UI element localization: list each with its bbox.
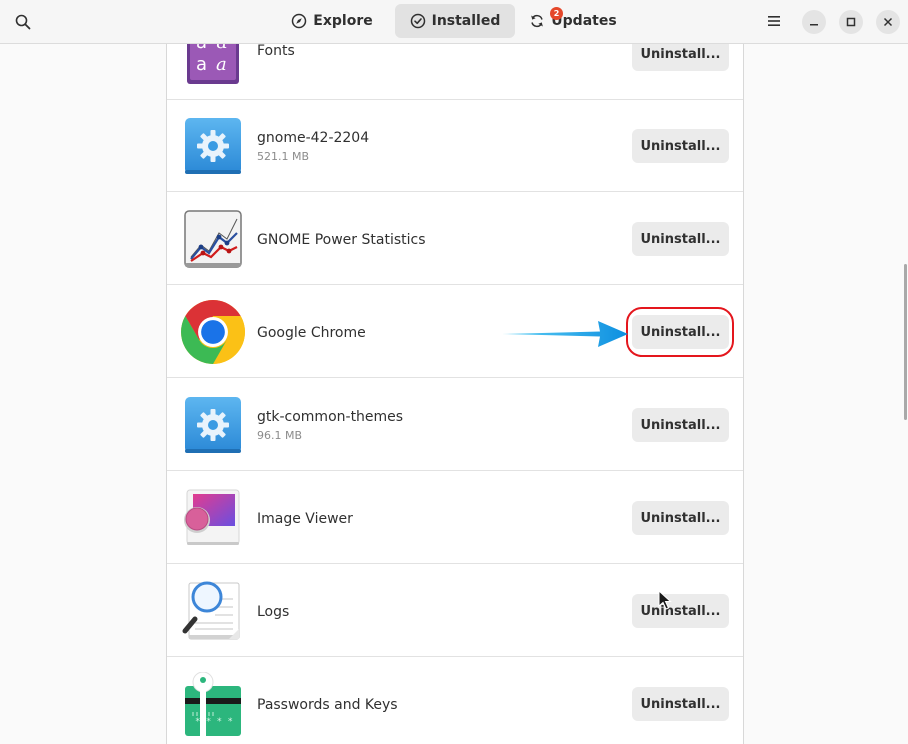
app-name: Logs xyxy=(257,604,290,620)
fonts-icon: a a a a xyxy=(187,44,239,84)
highlight-ring xyxy=(626,307,734,357)
search-icon xyxy=(15,14,31,30)
hamburger-menu-icon xyxy=(768,16,780,26)
app-name: gtk-common-themes xyxy=(257,409,404,425)
uninstall-button[interactable]: Uninstall... xyxy=(632,44,729,71)
tab-explore-label: Explore xyxy=(313,13,373,29)
compass-icon xyxy=(292,13,307,29)
uninstall-button[interactable]: Uninstall... xyxy=(632,687,729,721)
refresh-icon xyxy=(531,14,544,28)
close-icon xyxy=(883,17,893,27)
svg-text:a: a xyxy=(196,54,207,75)
uninstall-button[interactable]: Uninstall... xyxy=(632,129,729,163)
pointer-arrow-icon xyxy=(502,321,628,347)
minimize-button[interactable] xyxy=(802,10,826,34)
tab-explore[interactable]: Explore xyxy=(273,4,391,38)
close-button[interactable] xyxy=(876,10,900,34)
app-name: GNOME Power Statistics xyxy=(257,232,426,248)
tab-installed[interactable]: Installed xyxy=(395,4,515,38)
app-name: gnome-42-2204 xyxy=(257,130,370,146)
gear-icon xyxy=(185,397,241,453)
chrome-icon xyxy=(181,300,245,364)
main-menu-button[interactable] xyxy=(760,7,788,35)
scrollbar[interactable] xyxy=(904,264,907,420)
app-size: 96.1 MB xyxy=(257,429,303,442)
list-item[interactable]: Image Viewer Uninstall... xyxy=(167,472,743,564)
app-size: 521.1 MB xyxy=(257,150,310,163)
list-item[interactable]: GNOME Power Statistics Uninstall... xyxy=(167,193,743,285)
maximize-icon xyxy=(846,17,856,27)
updates-count-badge: 2 xyxy=(550,7,563,20)
minimize-icon xyxy=(810,24,818,26)
tab-updates[interactable]: Updates xyxy=(523,4,623,38)
app-name: Google Chrome xyxy=(257,325,366,341)
svg-text:a: a xyxy=(196,44,207,53)
list-item[interactable]: gnome-42-2204 521.1 MB Uninstall... xyxy=(167,100,743,192)
mouse-cursor-icon xyxy=(658,590,672,610)
uninstall-button[interactable]: Uninstall... xyxy=(632,501,729,535)
svg-text:a: a xyxy=(216,44,227,53)
uninstall-button[interactable]: Uninstall... xyxy=(632,594,729,628)
list-item[interactable]: a a a a Fonts Uninstall... xyxy=(167,44,743,100)
tab-installed-label: Installed xyxy=(431,13,501,29)
passwords-keys-icon: * * * * xyxy=(185,672,241,736)
app-name: Image Viewer xyxy=(257,511,353,527)
header-bar: Explore Installed Updates 2 xyxy=(0,0,908,44)
list-item[interactable]: gtk-common-themes 96.1 MB Uninstall... xyxy=(167,379,743,471)
app-name: Fonts xyxy=(257,44,295,59)
uninstall-button[interactable]: Uninstall... xyxy=(632,408,729,442)
app-name: Passwords and Keys xyxy=(257,697,398,713)
maximize-button[interactable] xyxy=(839,10,863,34)
search-button[interactable] xyxy=(8,7,38,37)
check-circle-icon xyxy=(410,13,425,29)
uninstall-button[interactable]: Uninstall... xyxy=(632,222,729,256)
list-item[interactable]: Logs Uninstall... xyxy=(167,565,743,657)
image-viewer-icon xyxy=(184,489,240,545)
power-statistics-icon xyxy=(184,210,242,268)
logs-icon xyxy=(182,581,240,640)
gear-icon xyxy=(185,118,241,174)
list-item[interactable]: * * * * Passwords and Keys Uninstall... xyxy=(167,658,743,744)
installed-apps-list: a a a a Fonts Uninstall... gnome-42-2204… xyxy=(166,44,744,744)
svg-text:a: a xyxy=(216,54,227,75)
